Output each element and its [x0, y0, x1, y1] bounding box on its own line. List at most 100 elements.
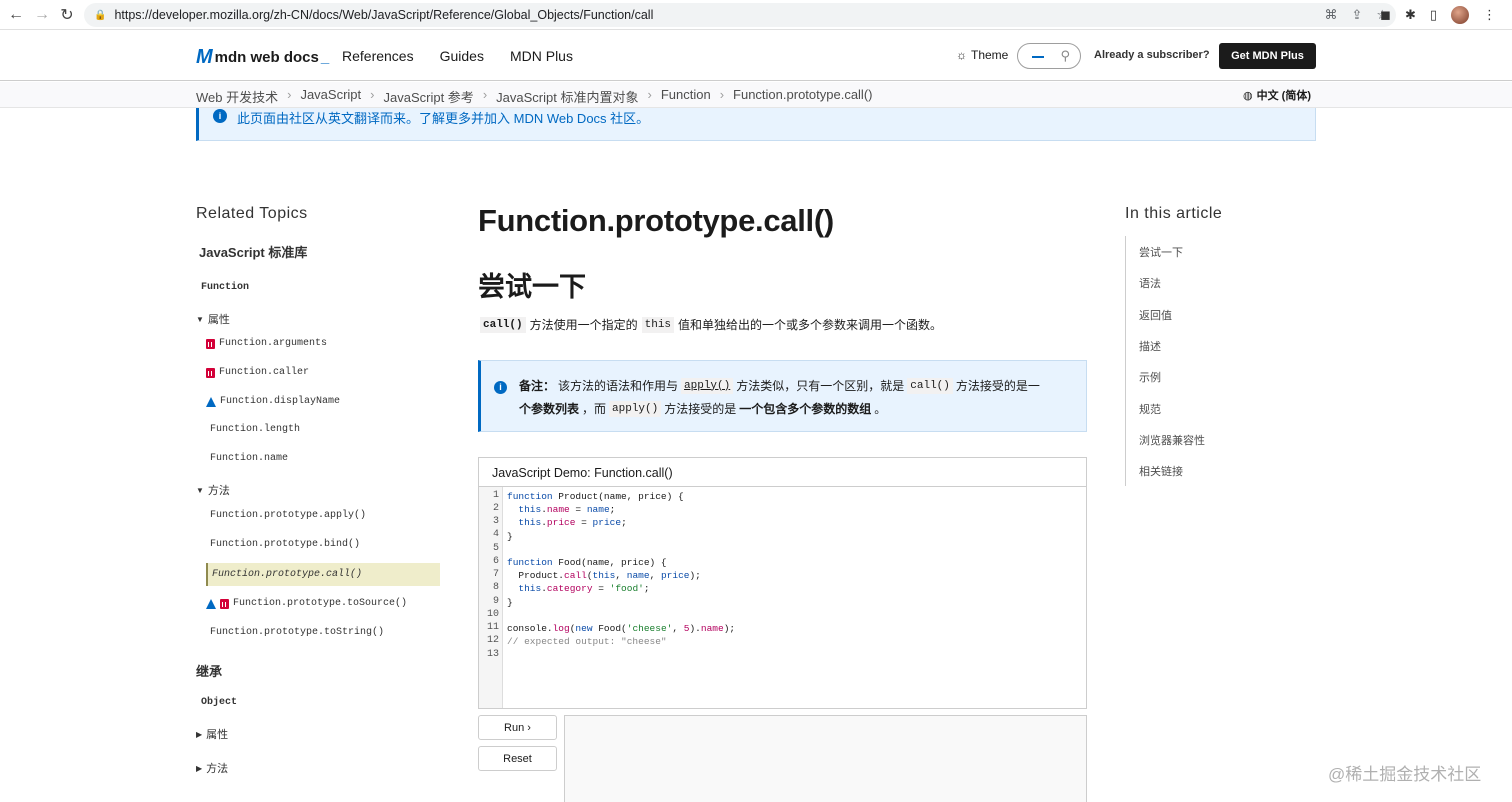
sidebar-item-length[interactable]: Function.length	[210, 424, 300, 435]
breadcrumb-item[interactable]: JavaScript 标准内置对象	[496, 87, 638, 106]
sidebar-item-label: Function.prototype.toSource()	[233, 598, 408, 609]
deprecated-trash-icon	[206, 338, 215, 349]
triangle-down-icon: ▼	[196, 314, 204, 324]
sidebar-item-caller[interactable]: Function.caller	[206, 367, 309, 378]
mdn-logo[interactable]: M mdn web docs _	[196, 46, 329, 69]
language-switcher[interactable]: ◍ 中文 (简体)	[1243, 87, 1311, 103]
search-input[interactable]: ⚲	[1017, 43, 1081, 69]
run-button[interactable]: Run ›	[478, 715, 557, 740]
info-icon: i	[213, 109, 227, 123]
toc-item-syntax[interactable]: 语法	[1139, 275, 1161, 291]
address-bar[interactable]: 🔒 https://developer.mozilla.org/zh-CN/do…	[84, 3, 1396, 27]
breadcrumb: Web 开发技术 › JavaScript › JavaScript 参考 › Jav…	[0, 82, 1512, 108]
breadcrumb-item[interactable]: JavaScript	[300, 87, 361, 106]
toc-item-browser-compat[interactable]: 浏览器兼容性	[1139, 432, 1205, 448]
translation-notice: i 此页面由社区从英文翻译而来。了解更多并加入 MDN Web Docs 社区。	[196, 108, 1316, 141]
toc-item-try-it[interactable]: 尝试一下	[1139, 244, 1183, 260]
sidebar-item-function[interactable]: Function	[201, 282, 249, 293]
chevron-right-icon: ›	[719, 87, 725, 102]
forward-icon[interactable]: →	[30, 3, 54, 27]
interactive-demo: JavaScript Demo: Function.call() 1 2 3 4…	[478, 457, 1087, 709]
line-number: 6	[492, 556, 499, 567]
mdn-m-icon: M	[196, 46, 213, 68]
sidebar-item-object[interactable]: Object	[201, 697, 237, 708]
section-heading-try-it: 尝试一下	[478, 272, 586, 302]
language-label: 中文 (简体)	[1256, 90, 1311, 102]
line-number: 11	[486, 622, 499, 633]
line-number: 4	[492, 529, 499, 540]
toc-item-see-also[interactable]: 相关链接	[1139, 463, 1183, 479]
watermark: @稀土掘金技术社区	[1328, 765, 1482, 784]
sidebar-item-apply[interactable]: Function.prototype.apply()	[210, 510, 366, 521]
deprecated-trash-icon	[220, 598, 229, 609]
sidebar-item-call[interactable]: Function.prototype.call()	[212, 569, 362, 580]
toc-item-description[interactable]: 描述	[1139, 338, 1161, 354]
toc-item-return-value[interactable]: 返回值	[1139, 307, 1172, 323]
sidepanel-icon[interactable]: ▯	[1430, 7, 1437, 23]
toc-item-specifications[interactable]: 规范	[1139, 401, 1161, 417]
notice-text[interactable]: 此页面由社区从英文翻译而来。了解更多并加入 MDN Web Docs 社区。	[237, 108, 649, 127]
site-header: M mdn web docs _ References Guides MDN P…	[0, 31, 1512, 81]
sidebar-group-methods[interactable]: ▼ 方法	[196, 482, 230, 498]
sidebar-group-inherited-methods[interactable]: ▶ 方法	[196, 760, 228, 776]
sidebar-group-inherited-properties[interactable]: ▶ 属性	[196, 726, 228, 742]
line-number-gutter: 1 2 3 4 5 6 7 8 9 10 11 12 13	[479, 487, 503, 708]
breadcrumb-item[interactable]: Function	[661, 87, 711, 106]
breadcrumb-current[interactable]: Function.prototype.call()	[733, 87, 872, 106]
share-icon[interactable]: ⇪	[1351, 7, 1362, 23]
sidebar-item-displayname[interactable]: Function.displayName	[206, 396, 340, 407]
note-text: 方法接受的是	[664, 402, 737, 416]
theme-label: Theme	[971, 48, 1009, 62]
lock-icon: 🔒	[94, 9, 107, 21]
sidebar-subtitle[interactable]: JavaScript 标准库	[199, 242, 307, 261]
line-number: 2	[492, 503, 499, 514]
toc-item-examples[interactable]: 示例	[1139, 369, 1161, 385]
group-label: 属性	[206, 729, 229, 741]
sidebar-item-arguments[interactable]: Function.arguments	[206, 338, 327, 349]
sidebar-item-bind[interactable]: Function.prototype.bind()	[210, 539, 360, 550]
reset-button[interactable]: Reset	[478, 746, 557, 771]
experimental-warning-icon	[206, 396, 216, 407]
line-number: 10	[486, 609, 499, 620]
puzzle-icon[interactable]: ✱	[1405, 7, 1416, 23]
breadcrumb-item[interactable]: Web 开发技术	[196, 87, 278, 106]
top-nav: References Guides MDN Plus	[342, 48, 573, 64]
sidebar-item-tosource[interactable]: Function.prototype.toSource()	[206, 598, 407, 609]
nav-guides[interactable]: Guides	[440, 48, 484, 64]
triangle-down-icon: ▼	[196, 485, 204, 495]
search-caret	[1032, 56, 1044, 58]
apply-link[interactable]: apply()	[681, 377, 734, 394]
theme-button[interactable]: ☼ Theme	[956, 48, 1008, 62]
subscriber-link[interactable]: Already a subscriber?	[1094, 49, 1210, 61]
globe-icon: ◍	[1243, 89, 1253, 102]
extension-icon[interactable]: ◼	[1380, 7, 1391, 23]
translate-icon[interactable]: ⌘	[1324, 7, 1337, 23]
note-text: 该方法的语法和作用与	[558, 379, 679, 393]
line-number: 9	[492, 596, 499, 607]
logo-cursor-icon: _	[320, 49, 330, 66]
reload-icon[interactable]: ↻	[55, 3, 79, 27]
note-text: ，而	[582, 402, 607, 416]
search-icon[interactable]: ⚲	[1060, 48, 1070, 64]
back-icon[interactable]: ←	[4, 3, 28, 27]
menu-dots-icon[interactable]: ⋮	[1483, 7, 1496, 23]
note-text: 方法类似，只有一个区别，就是	[736, 379, 905, 393]
sidebar-item-name[interactable]: Function.name	[210, 453, 288, 464]
avatar[interactable]	[1451, 6, 1469, 24]
breadcrumb-item[interactable]: JavaScript 参考	[384, 87, 474, 106]
nav-references[interactable]: References	[342, 48, 414, 64]
sidebar-item-tostring[interactable]: Function.prototype.toString()	[210, 627, 384, 638]
intro-text: 方法使用一个指定的	[529, 318, 638, 332]
note-text: 。	[874, 402, 887, 416]
sidebar-group-properties[interactable]: ▼ 属性	[196, 311, 230, 327]
intro-paragraph: call() 方法使用一个指定的 this 值和单独给出的一个或多个参数来调用一…	[480, 316, 942, 333]
group-label: 方法	[206, 763, 229, 775]
note-callout: i 备注： 该方法的语法和作用与 apply() 方法类似，只有一个区别，就是 …	[478, 360, 1087, 432]
chevron-right-icon: ›	[370, 87, 375, 102]
get-mdn-plus-button[interactable]: Get MDN Plus	[1219, 43, 1316, 69]
triangle-right-icon: ▶	[196, 729, 203, 739]
code-editor[interactable]: function Product(name, price) { this.nam…	[507, 490, 735, 648]
nav-mdn-plus[interactable]: MDN Plus	[510, 48, 573, 64]
line-number: 13	[486, 649, 499, 660]
demo-output-console	[564, 715, 1087, 802]
